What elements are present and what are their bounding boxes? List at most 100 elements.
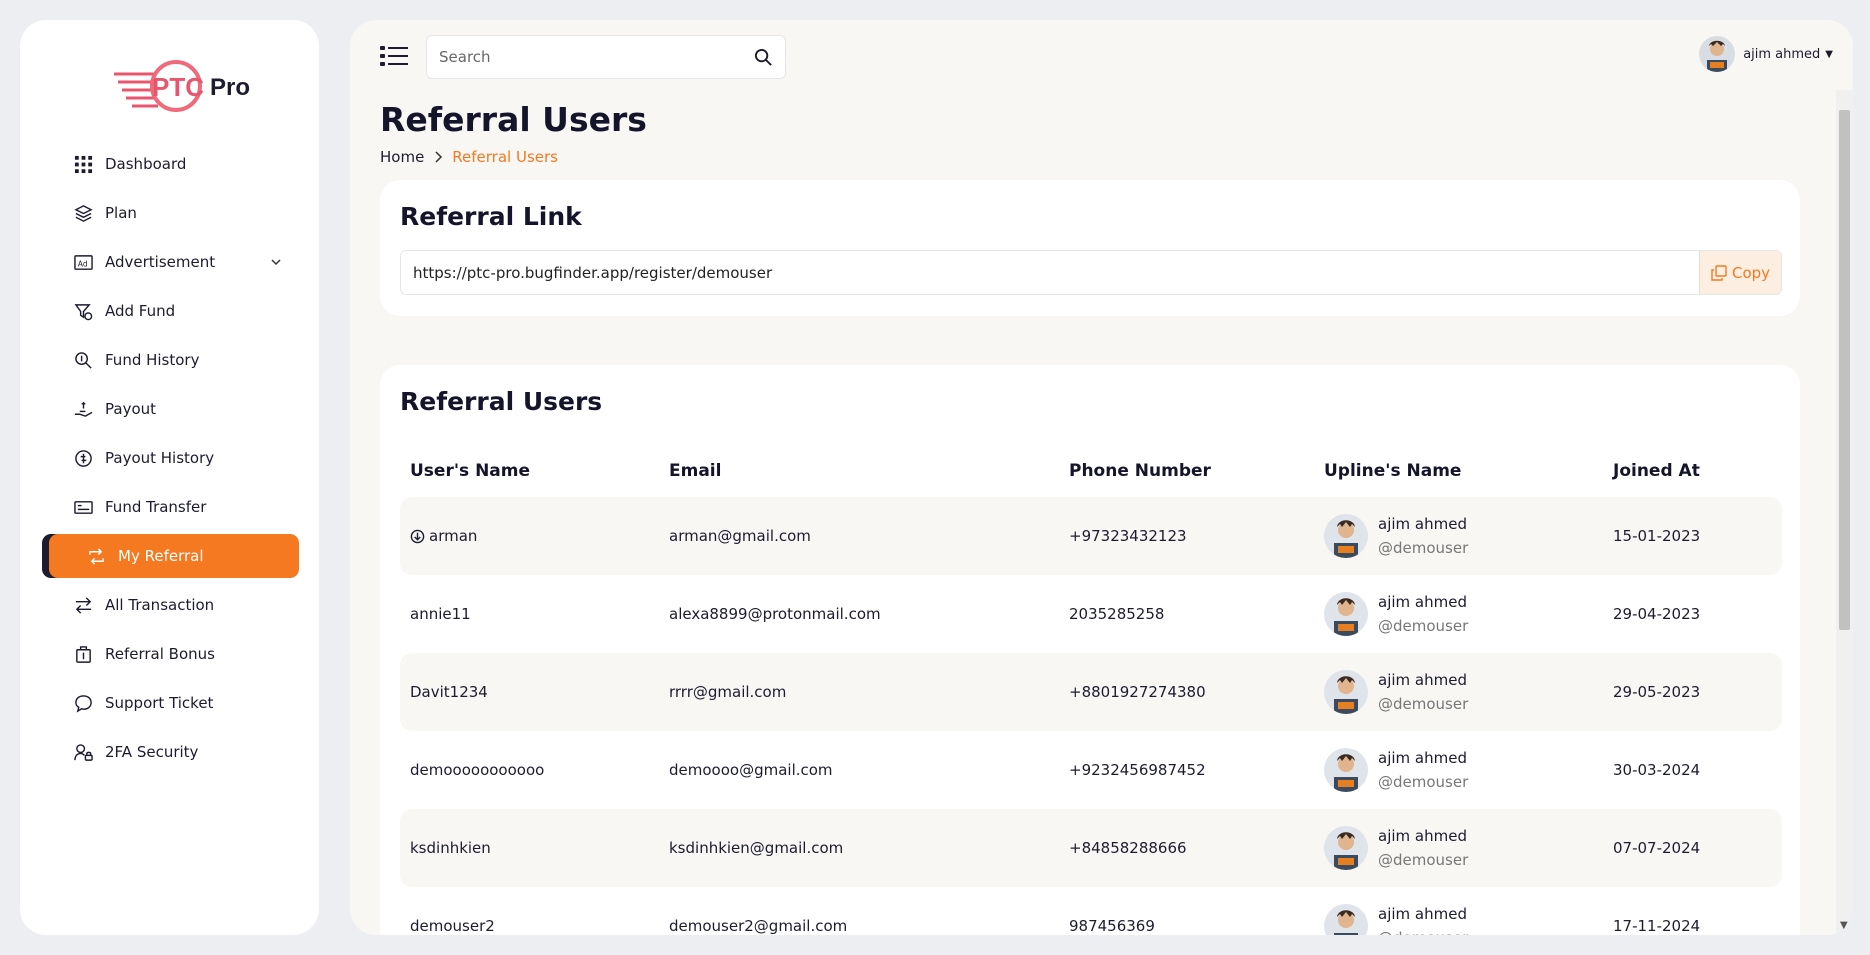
sidebar-item-referral-bonus[interactable]: Referral Bonus (42, 632, 299, 676)
sidebar-item-my-referral[interactable]: My Referral (49, 534, 299, 578)
expand-circle-icon[interactable] (410, 529, 425, 544)
user-lock-icon (74, 743, 93, 761)
user-name-cell: annie11 (410, 605, 471, 623)
upline-cell: ajim ahmed @demouser (1314, 590, 1603, 638)
scrollbar[interactable]: ▼ (1836, 90, 1853, 935)
user-menu[interactable]: ajim ahmed ▼ (1699, 36, 1833, 72)
sidebar-item-plan[interactable]: Plan (42, 191, 299, 235)
upline-handle: @demouser (1378, 695, 1469, 713)
ad-icon: Ad (74, 254, 93, 270)
funnel-dollar-icon (74, 303, 93, 320)
topbar: ajim ahmed ▼ (350, 20, 1853, 90)
caret-down-icon: ▼ (1825, 48, 1833, 60)
upline-cell: ajim ahmed @demouser (1314, 512, 1603, 560)
search-box (426, 35, 786, 79)
avatar (1324, 826, 1368, 870)
upline-name: ajim ahmed (1378, 515, 1467, 533)
sidebar-item-fund-transfer[interactable]: Fund Transfer (42, 485, 299, 529)
sidebar-item-advertisement[interactable]: Ad Advertisement (42, 240, 299, 284)
user-name-cell: Davit1234 (410, 683, 488, 701)
hand-money-icon (74, 401, 93, 417)
referral-arrows-icon (89, 547, 104, 565)
coin-history-icon (75, 449, 92, 467)
upline-cell: ajim ahmed @demouser (1314, 902, 1603, 935)
avatar (1324, 514, 1368, 558)
referral-users-title: Referral Users (400, 387, 603, 416)
sidebar-item-fund-history[interactable]: Fund History (42, 338, 299, 382)
referral-link-input[interactable] (401, 251, 1699, 294)
search-dollar-icon (75, 351, 92, 369)
sidebar-item-all-transaction[interactable]: All Transaction (42, 583, 299, 627)
email-cell: demoooo@gmail.com (669, 761, 833, 779)
logo-icon: PTC Pro (114, 60, 250, 112)
sidebar-item-2fa-security[interactable]: 2FA Security (42, 730, 299, 774)
table-row: demooooooooooo demoooo@gmail.com +923245… (400, 731, 1782, 809)
joined-cell: 29-04-2023 (1613, 605, 1701, 623)
breadcrumb: Home Referral Users (380, 148, 558, 166)
sidebar-item-label: Support Ticket (105, 694, 214, 712)
search-icon[interactable] (754, 48, 773, 67)
upline-name: ajim ahmed (1378, 671, 1467, 689)
email-cell: alexa8899@protonmail.com (669, 605, 881, 623)
table-row: Davit1234 rrrr@gmail.com +8801927274380 … (400, 653, 1782, 731)
chevron-right-icon (435, 151, 443, 163)
table-row: annie11 alexa8899@protonmail.com 2035285… (400, 575, 1782, 653)
joined-cell: 17-11-2024 (1613, 917, 1701, 935)
breadcrumb-home[interactable]: Home (380, 148, 424, 166)
user-name-cell: demouser2 (410, 917, 495, 935)
sidebar: PTC Pro Dashboard Plan Ad Advertisement (20, 20, 319, 935)
svg-text:Ad: Ad (78, 259, 88, 268)
column-header-users-name: User's Name (410, 461, 531, 481)
email-cell: demouser2@gmail.com (669, 917, 848, 935)
sidebar-item-label: Fund History (105, 351, 200, 369)
scrollbar-thumb[interactable] (1839, 110, 1850, 630)
sidebar-item-add-fund[interactable]: Add Fund (42, 289, 299, 333)
search-input[interactable] (427, 36, 727, 78)
sidebar-item-label: Dashboard (105, 155, 187, 173)
joined-cell: 07-07-2024 (1613, 839, 1701, 857)
copy-label: Copy (1731, 263, 1771, 282)
sidebar-item-payout-history[interactable]: Payout History (42, 436, 299, 480)
sidebar-item-label: 2FA Security (105, 743, 199, 761)
column-header-upline: Upline's Name (1324, 461, 1462, 481)
column-header-email: Email (669, 461, 722, 481)
upline-handle: @demouser (1378, 773, 1469, 791)
sidebar-item-dashboard[interactable]: Dashboard (42, 142, 299, 186)
logo[interactable]: PTC Pro (112, 58, 272, 114)
phone-cell: +9232456987452 (1069, 761, 1206, 779)
sidebar-item-label: My Referral (118, 547, 204, 565)
phone-cell: +97323432123 (1069, 527, 1187, 545)
scroll-down-icon[interactable]: ▼ (1840, 920, 1848, 931)
user-name-cell: demooooooooooo (410, 761, 545, 779)
sidebar-item-label: Plan (105, 204, 137, 222)
user-name-cell: ksdinhkien (410, 839, 491, 857)
phone-cell: 987456369 (1069, 917, 1155, 935)
sidebar-item-label: Payout (105, 400, 157, 418)
upline-handle: @demouser (1378, 851, 1469, 869)
menu-list-icon[interactable] (380, 44, 408, 68)
upline-name: ajim ahmed (1378, 905, 1467, 923)
sidebar-item-payout[interactable]: Payout (42, 387, 299, 431)
breadcrumb-current: Referral Users (452, 148, 558, 166)
referral-link-card: Referral Link Copy (380, 180, 1800, 316)
referral-users-card: Referral Users User's Name Email Phone N… (380, 365, 1800, 935)
chevron-down-icon[interactable] (269, 255, 283, 269)
table-row: demouser2 demouser2@gmail.com 987456369 … (400, 887, 1782, 935)
upline-cell: ajim ahmed @demouser (1314, 824, 1603, 872)
email-cell: arman@gmail.com (669, 527, 811, 545)
table-row: ksdinhkien ksdinhkien@gmail.com +8485828… (400, 809, 1782, 887)
email-cell: ksdinhkien@gmail.com (669, 839, 844, 857)
avatar (1324, 904, 1368, 935)
sidebar-item-label: Referral Bonus (105, 645, 215, 663)
layers-icon (74, 204, 93, 222)
sidebar-item-label: Fund Transfer (105, 498, 207, 516)
upline-handle: @demouser (1378, 617, 1469, 635)
user-name-cell: arman (400, 527, 659, 545)
upline-name: ajim ahmed (1378, 593, 1467, 611)
logo-pro: Pro (210, 74, 250, 101)
joined-cell: 15-01-2023 (1613, 527, 1701, 545)
sidebar-item-support-ticket[interactable]: Support Ticket (42, 681, 299, 725)
copy-button[interactable]: Copy (1699, 251, 1781, 294)
logo-ptc: PTC (152, 72, 204, 102)
phone-cell: +84858288666 (1069, 839, 1187, 857)
